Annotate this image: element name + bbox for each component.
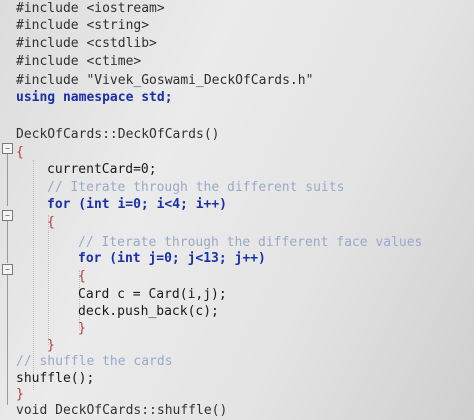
code-line-current-card: currentCard=0; xyxy=(47,162,157,177)
fold-toggle-inner-for[interactable]: − xyxy=(2,264,13,275)
fold-toggle-outer-for[interactable]: − xyxy=(2,210,13,221)
code-line-shuffle-call: shuffle(); xyxy=(16,371,95,386)
code-line-for-faces: for (int j=0; j<13; j++) xyxy=(78,251,266,266)
code-line-include-ctime: #include <ctime> xyxy=(16,54,142,69)
fold-line xyxy=(7,154,8,206)
code-line-comment-suits: // Iterate through the different suits xyxy=(47,180,345,195)
code-line-close-brace: } xyxy=(47,338,55,353)
fold-line xyxy=(7,221,8,263)
indent-guide xyxy=(48,215,49,345)
code-line-shuffle-signature: void DeckOfCards::shuffle() xyxy=(16,403,228,418)
code-line-close-brace: } xyxy=(78,321,86,336)
code-line-open-brace: { xyxy=(16,145,24,160)
code-line-constructor-signature: DeckOfCards::DeckOfCards() xyxy=(16,127,220,142)
code-line-push-back: deck.push_back(c); xyxy=(78,304,219,319)
code-line-open-brace: { xyxy=(47,215,55,230)
code-line-include-string: #include <string> xyxy=(16,18,150,33)
fold-gutter: − − − xyxy=(0,0,13,420)
code-line-using-namespace: using namespace std; xyxy=(16,90,173,105)
code-line-card-construct: Card c = Card(i,j); xyxy=(78,287,227,302)
code-line-include-header: #include "Vivek_Goswami_DeckOfCards.h" xyxy=(16,73,314,88)
code-line-include-cstdlib: #include <cstdlib> xyxy=(16,36,157,51)
code-line-for-suits: for (int i=0; i<4; i++) xyxy=(47,197,228,212)
code-editor[interactable]: − − − #include <iostream> #include <stri… xyxy=(0,0,474,420)
code-line-include-iostream: #include <iostream> xyxy=(16,1,165,16)
code-line-close-brace: } xyxy=(16,387,24,402)
code-line-comment-shuffle: // shuffle the cards xyxy=(16,354,173,369)
fold-toggle-constructor[interactable]: − xyxy=(2,143,13,154)
fold-line xyxy=(7,275,8,405)
code-line-open-brace: { xyxy=(78,269,86,284)
code-line-comment-face-values: // Iterate through the different face va… xyxy=(78,235,423,250)
